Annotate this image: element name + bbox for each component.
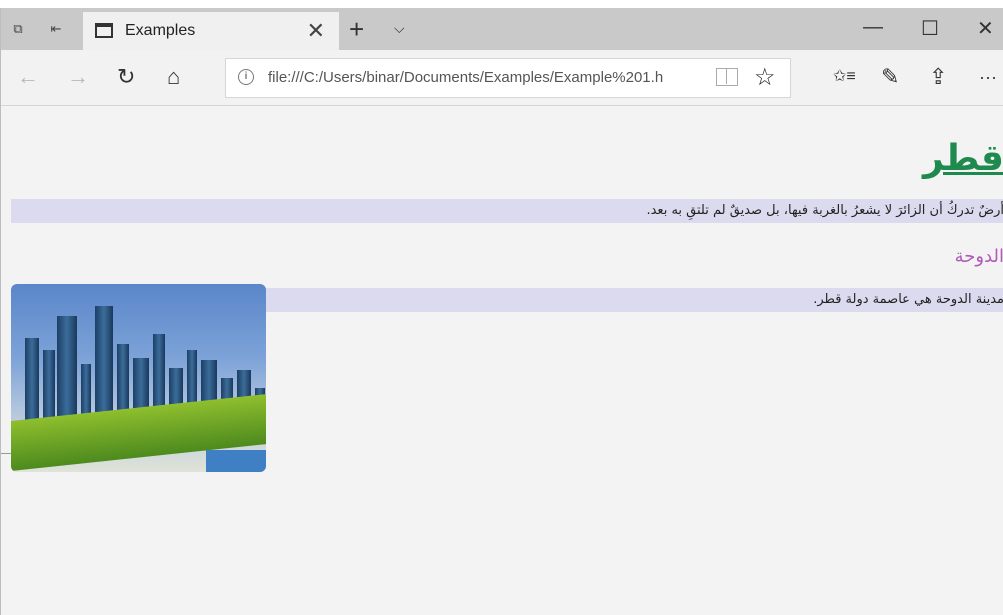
- title-bar: ⧉ ⇤ Examples ✕ + ⌵ — ☐ ✕: [1, 8, 1003, 50]
- divider: [1, 453, 11, 454]
- tab-close-button[interactable]: ✕: [307, 18, 325, 44]
- more-button[interactable]: ···: [979, 64, 997, 90]
- home-button[interactable]: ⌂: [167, 64, 180, 90]
- forward-button[interactable]: →: [67, 64, 89, 90]
- section-paragraph: مدينة الدوحة هي عاصمة دولة قطر.: [263, 288, 1003, 312]
- share-button[interactable]: ⇪: [929, 64, 947, 90]
- new-tab-button[interactable]: +: [349, 14, 364, 45]
- reading-view-icon[interactable]: [716, 68, 738, 86]
- favorites-hub-button[interactable]: ✩≡: [833, 64, 856, 90]
- tab-page-icon: [95, 23, 113, 38]
- page-title: قطر: [922, 138, 1003, 179]
- navigation-bar: ← → ↻ ⌂ i file:///C:/Users/binar/Documen…: [1, 50, 1003, 106]
- browser-window: ⧉ ⇤ Examples ✕ + ⌵ — ☐ ✕ ← → ↻ ⌂ i file:…: [0, 8, 1003, 615]
- web-notes-button[interactable]: ✎: [881, 64, 899, 90]
- close-window-button[interactable]: ✕: [977, 16, 994, 41]
- url-input[interactable]: file:///C:/Users/binar/Documents/Example…: [268, 69, 708, 86]
- section-heading: الدوحة: [954, 246, 1003, 267]
- maximize-button[interactable]: ☐: [921, 16, 939, 41]
- refresh-button[interactable]: ↻: [117, 64, 135, 90]
- tab-actions-icon[interactable]: ⧉: [9, 20, 27, 38]
- minimize-button[interactable]: —: [863, 16, 883, 39]
- page-content: قطر أرضٌ تدركُ أن الزائرَ لا يشعرُ بالغر…: [1, 106, 1003, 615]
- tab-examples[interactable]: Examples ✕: [83, 12, 339, 50]
- back-button[interactable]: ←: [17, 64, 39, 90]
- doha-skyline-image: [11, 284, 266, 472]
- info-icon[interactable]: i: [238, 69, 254, 85]
- add-favorite-button[interactable]: ☆: [754, 63, 776, 92]
- set-aside-tabs-icon[interactable]: ⇤: [47, 20, 65, 38]
- intro-paragraph: أرضٌ تدركُ أن الزائرَ لا يشعرُ بالغربة ف…: [11, 199, 1003, 223]
- tab-menu-chevron-icon[interactable]: ⌵: [394, 20, 405, 37]
- address-bar[interactable]: i file:///C:/Users/binar/Documents/Examp…: [225, 58, 791, 98]
- tab-title: Examples: [125, 22, 196, 39]
